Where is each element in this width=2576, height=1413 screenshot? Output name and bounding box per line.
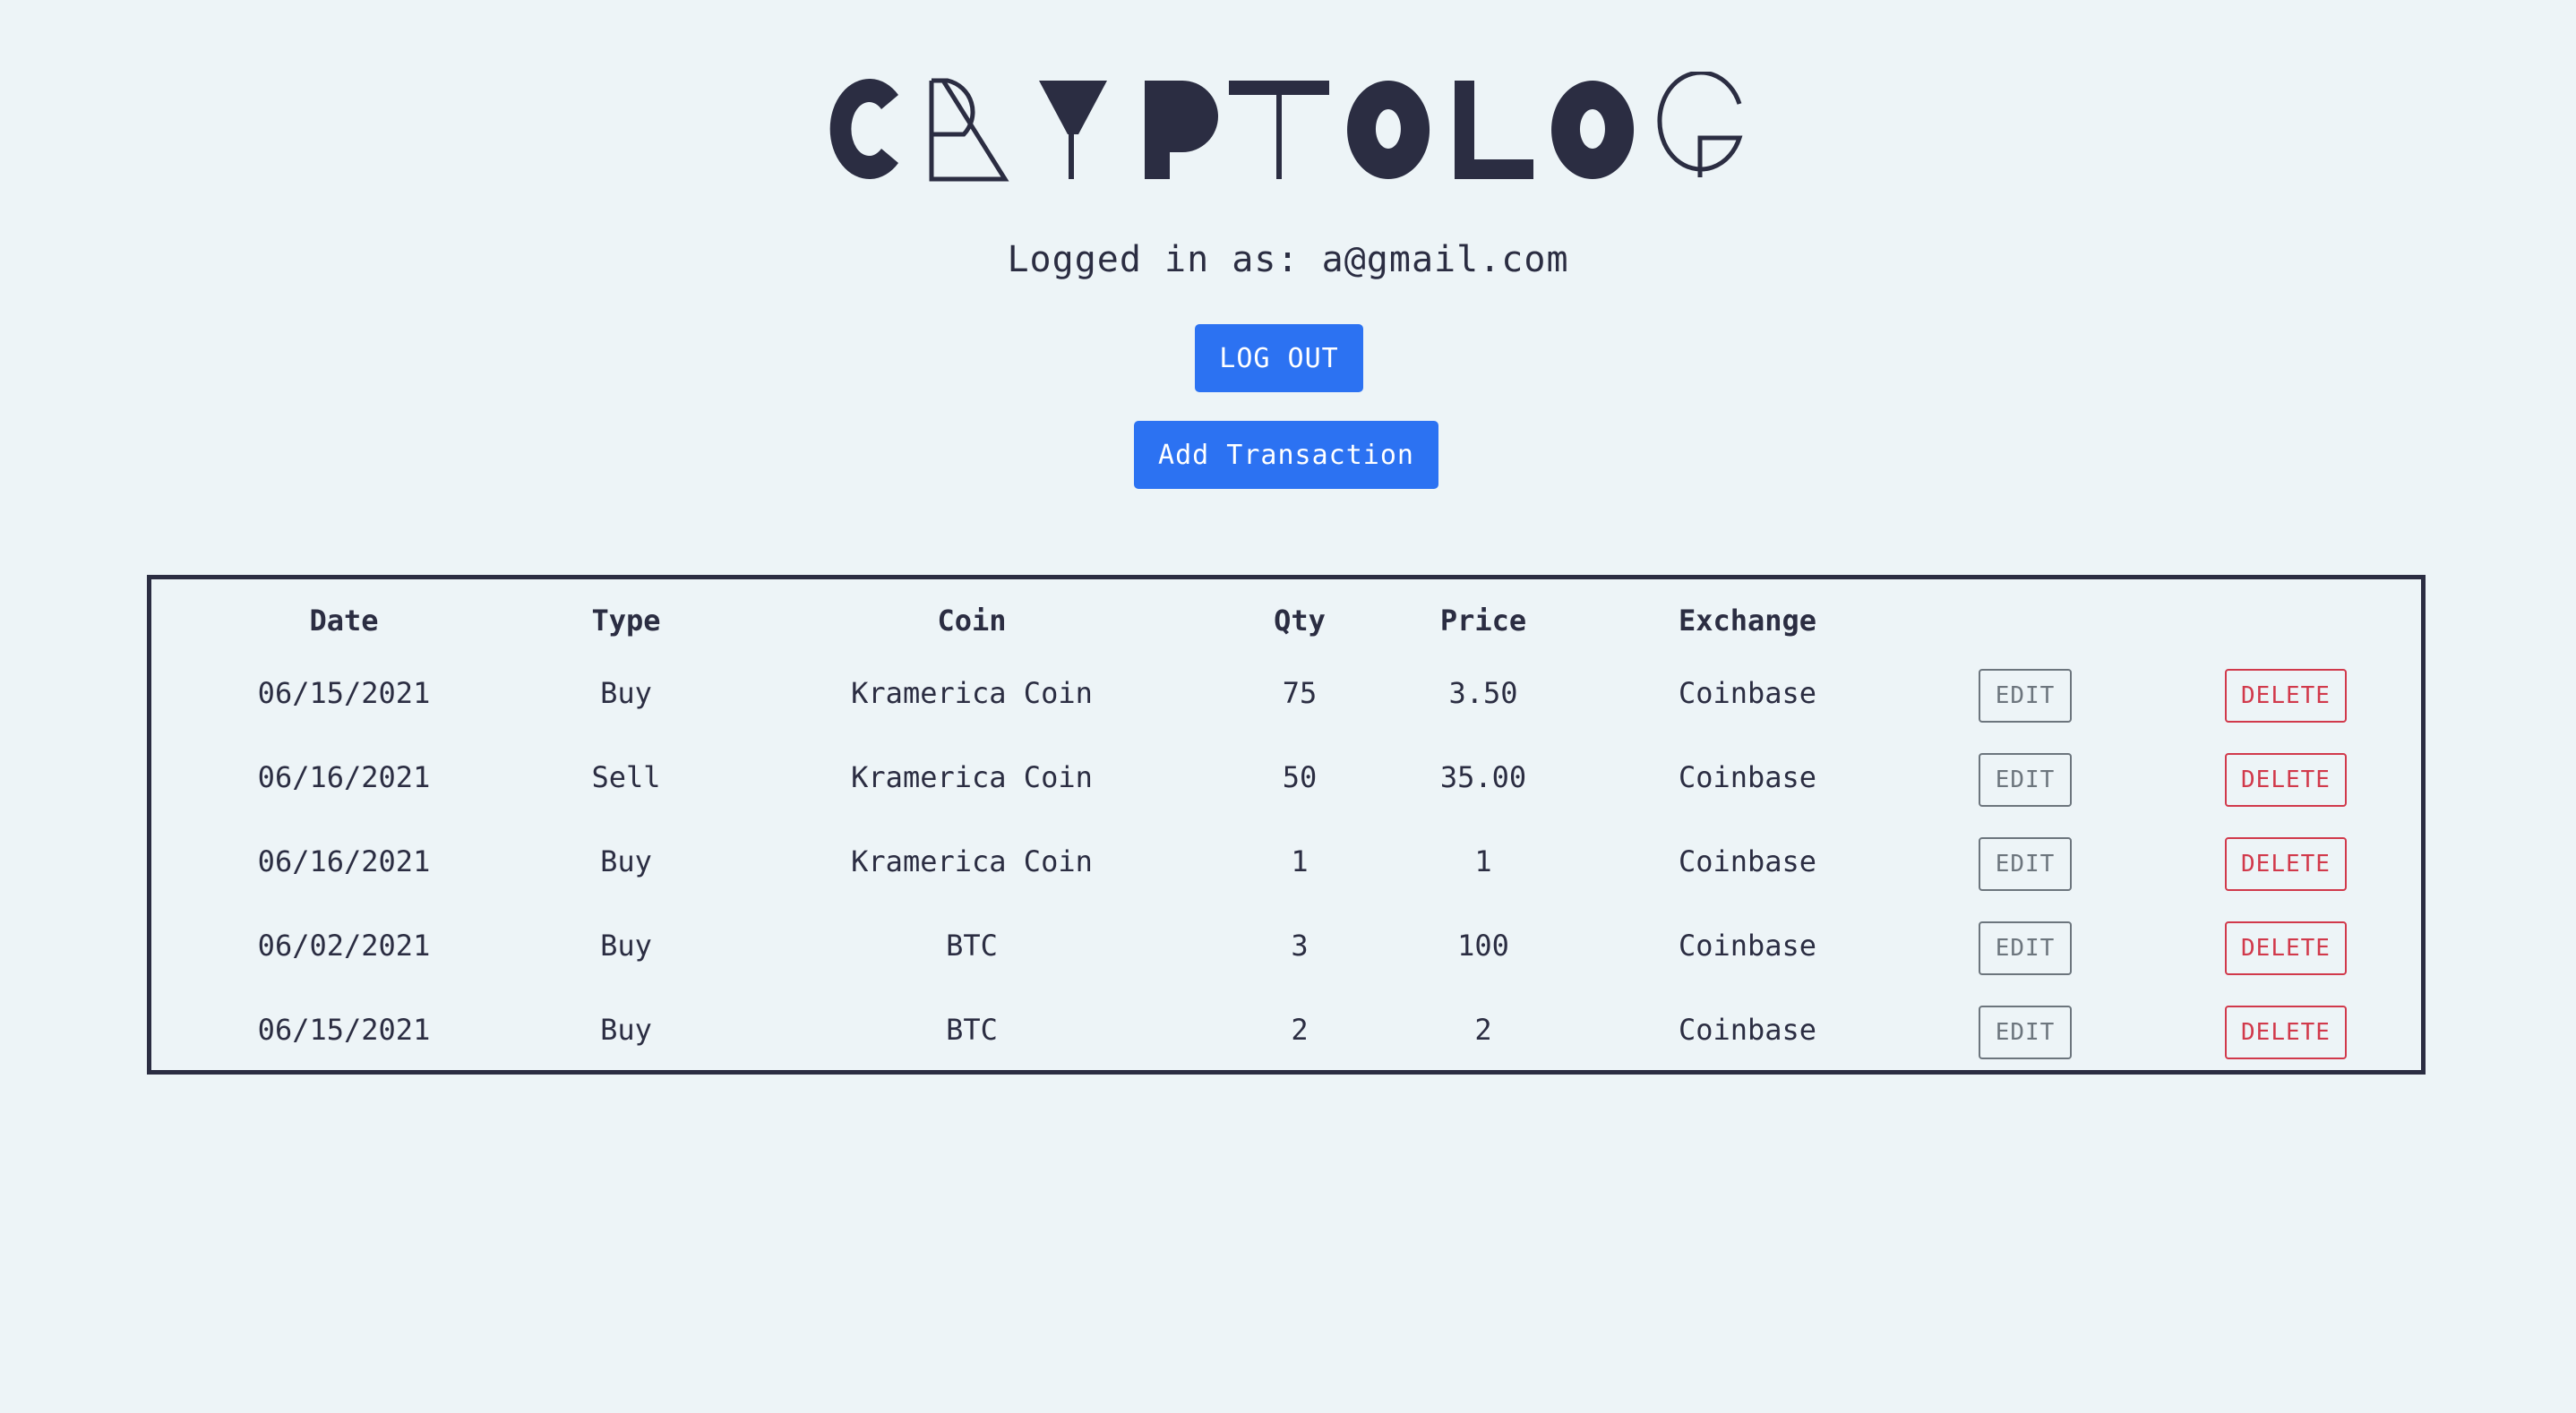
edit-button[interactable]: EDIT bbox=[1979, 921, 2072, 975]
cell-delete: DELETE bbox=[2151, 651, 2421, 735]
table-header-row: Date Type Coin Qty Price Exchange bbox=[151, 579, 2421, 651]
header-date: Date bbox=[309, 604, 379, 638]
table-row: 06/16/2021 Buy Kramerica Coin 1 1 Coinba… bbox=[151, 819, 2421, 903]
table-row: 06/02/2021 Buy BTC 3 100 Coinbase EDIT D… bbox=[151, 903, 2421, 988]
header-coin: Coin bbox=[937, 604, 1007, 638]
delete-button[interactable]: DELETE bbox=[2225, 837, 2347, 891]
cell-date: 06/15/2021 bbox=[257, 1013, 431, 1047]
cell-coin: BTC bbox=[946, 1013, 998, 1047]
cell-qty: 75 bbox=[1282, 676, 1318, 710]
app-logo bbox=[0, 72, 2576, 186]
transactions-table: Date Type Coin Qty Price Exchange 06/15/… bbox=[151, 579, 2421, 1072]
cell-type: Buy bbox=[600, 1013, 652, 1047]
edit-button[interactable]: EDIT bbox=[1979, 837, 2072, 891]
cell-qty: 3 bbox=[1291, 929, 1309, 963]
cell-edit: EDIT bbox=[1900, 735, 2151, 819]
add-transaction-button[interactable]: Add Transaction bbox=[1134, 421, 1438, 489]
cell-coin: BTC bbox=[946, 929, 998, 963]
header-edit-spacer bbox=[1900, 579, 2151, 651]
edit-button[interactable]: EDIT bbox=[1979, 669, 2072, 723]
delete-button[interactable]: DELETE bbox=[2225, 669, 2347, 723]
cell-price: 3.50 bbox=[1448, 676, 1518, 710]
cell-coin: Kramerica Coin bbox=[851, 676, 1093, 710]
cell-price: 35.00 bbox=[1439, 760, 1527, 794]
cell-qty: 1 bbox=[1291, 844, 1309, 878]
cell-delete: DELETE bbox=[2151, 819, 2421, 903]
cell-price: 100 bbox=[1457, 929, 1509, 963]
delete-button[interactable]: DELETE bbox=[2225, 753, 2347, 807]
cell-exchange: Coinbase bbox=[1678, 929, 1817, 963]
cell-edit: EDIT bbox=[1900, 903, 2151, 988]
cell-edit: EDIT bbox=[1900, 988, 2151, 1072]
cell-type: Sell bbox=[591, 760, 661, 794]
cell-coin: Kramerica Coin bbox=[851, 760, 1093, 794]
cell-qty: 50 bbox=[1282, 760, 1318, 794]
cell-coin: Kramerica Coin bbox=[851, 844, 1093, 878]
delete-button[interactable]: DELETE bbox=[2225, 921, 2347, 975]
cell-price: 1 bbox=[1474, 844, 1492, 878]
header-type: Type bbox=[591, 604, 661, 638]
logout-button[interactable]: LOG OUT bbox=[1195, 324, 1363, 392]
cell-qty: 2 bbox=[1291, 1013, 1309, 1047]
cell-delete: DELETE bbox=[2151, 735, 2421, 819]
cell-delete: DELETE bbox=[2151, 903, 2421, 988]
cell-type: Buy bbox=[600, 929, 652, 963]
header-exchange: Exchange bbox=[1678, 604, 1817, 638]
cell-exchange: Coinbase bbox=[1678, 1013, 1817, 1047]
table-row: 06/15/2021 Buy Kramerica Coin 75 3.50 Co… bbox=[151, 651, 2421, 735]
transactions-table-container: Date Type Coin Qty Price Exchange 06/15/… bbox=[147, 575, 2426, 1075]
cell-edit: EDIT bbox=[1900, 819, 2151, 903]
header-price: Price bbox=[1439, 604, 1527, 638]
edit-button[interactable]: EDIT bbox=[1979, 753, 2072, 807]
cell-date: 06/15/2021 bbox=[257, 676, 431, 710]
cell-price: 2 bbox=[1474, 1013, 1492, 1047]
header-qty: Qty bbox=[1274, 604, 1326, 638]
cell-exchange: Coinbase bbox=[1678, 760, 1817, 794]
cell-edit: EDIT bbox=[1900, 651, 2151, 735]
cell-exchange: Coinbase bbox=[1678, 844, 1817, 878]
header-delete-spacer bbox=[2151, 579, 2421, 651]
cell-date: 06/02/2021 bbox=[257, 929, 431, 963]
table-row: 06/16/2021 Sell Kramerica Coin 50 35.00 … bbox=[151, 735, 2421, 819]
cryptolog-logo bbox=[829, 72, 1743, 182]
delete-button[interactable]: DELETE bbox=[2225, 1006, 2347, 1059]
edit-button[interactable]: EDIT bbox=[1979, 1006, 2072, 1059]
cell-type: Buy bbox=[600, 844, 652, 878]
cell-type: Buy bbox=[600, 676, 652, 710]
cell-exchange: Coinbase bbox=[1678, 676, 1817, 710]
table-row: 06/15/2021 Buy BTC 2 2 Coinbase EDIT DEL… bbox=[151, 988, 2421, 1072]
logged-in-label: Logged in as: a@gmail.com bbox=[1007, 239, 1569, 280]
cell-date: 06/16/2021 bbox=[257, 844, 431, 878]
cell-delete: DELETE bbox=[2151, 988, 2421, 1072]
cell-date: 06/16/2021 bbox=[257, 760, 431, 794]
